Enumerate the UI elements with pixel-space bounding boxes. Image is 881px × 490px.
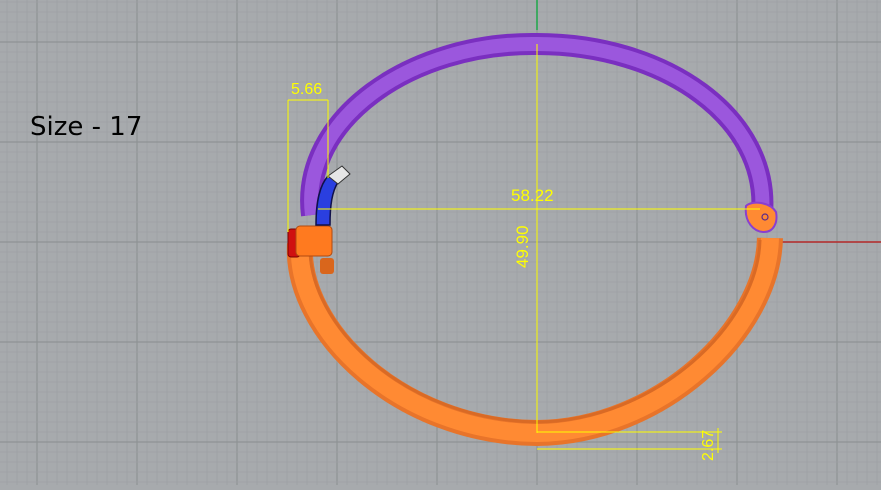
width-dimension-label: 58.22 — [511, 186, 554, 205]
lower-band — [290, 237, 779, 443]
cad-viewport[interactable]: 58.22 49.90 5.66 2.67 Size - 17 — [0, 0, 881, 485]
clasp-tongue — [320, 258, 334, 274]
size-label: Size - 17 — [30, 112, 143, 142]
bangle-drawing: 58.22 49.90 5.66 2.67 — [0, 0, 881, 485]
clasp-width-label: 5.66 — [291, 81, 322, 98]
band-thickness-label: 2.67 — [700, 430, 717, 461]
hinge — [744, 201, 778, 234]
height-dimension-label: 49.90 — [513, 225, 532, 268]
lower-band-shadow — [286, 237, 783, 447]
clasp-box — [295, 225, 333, 257]
